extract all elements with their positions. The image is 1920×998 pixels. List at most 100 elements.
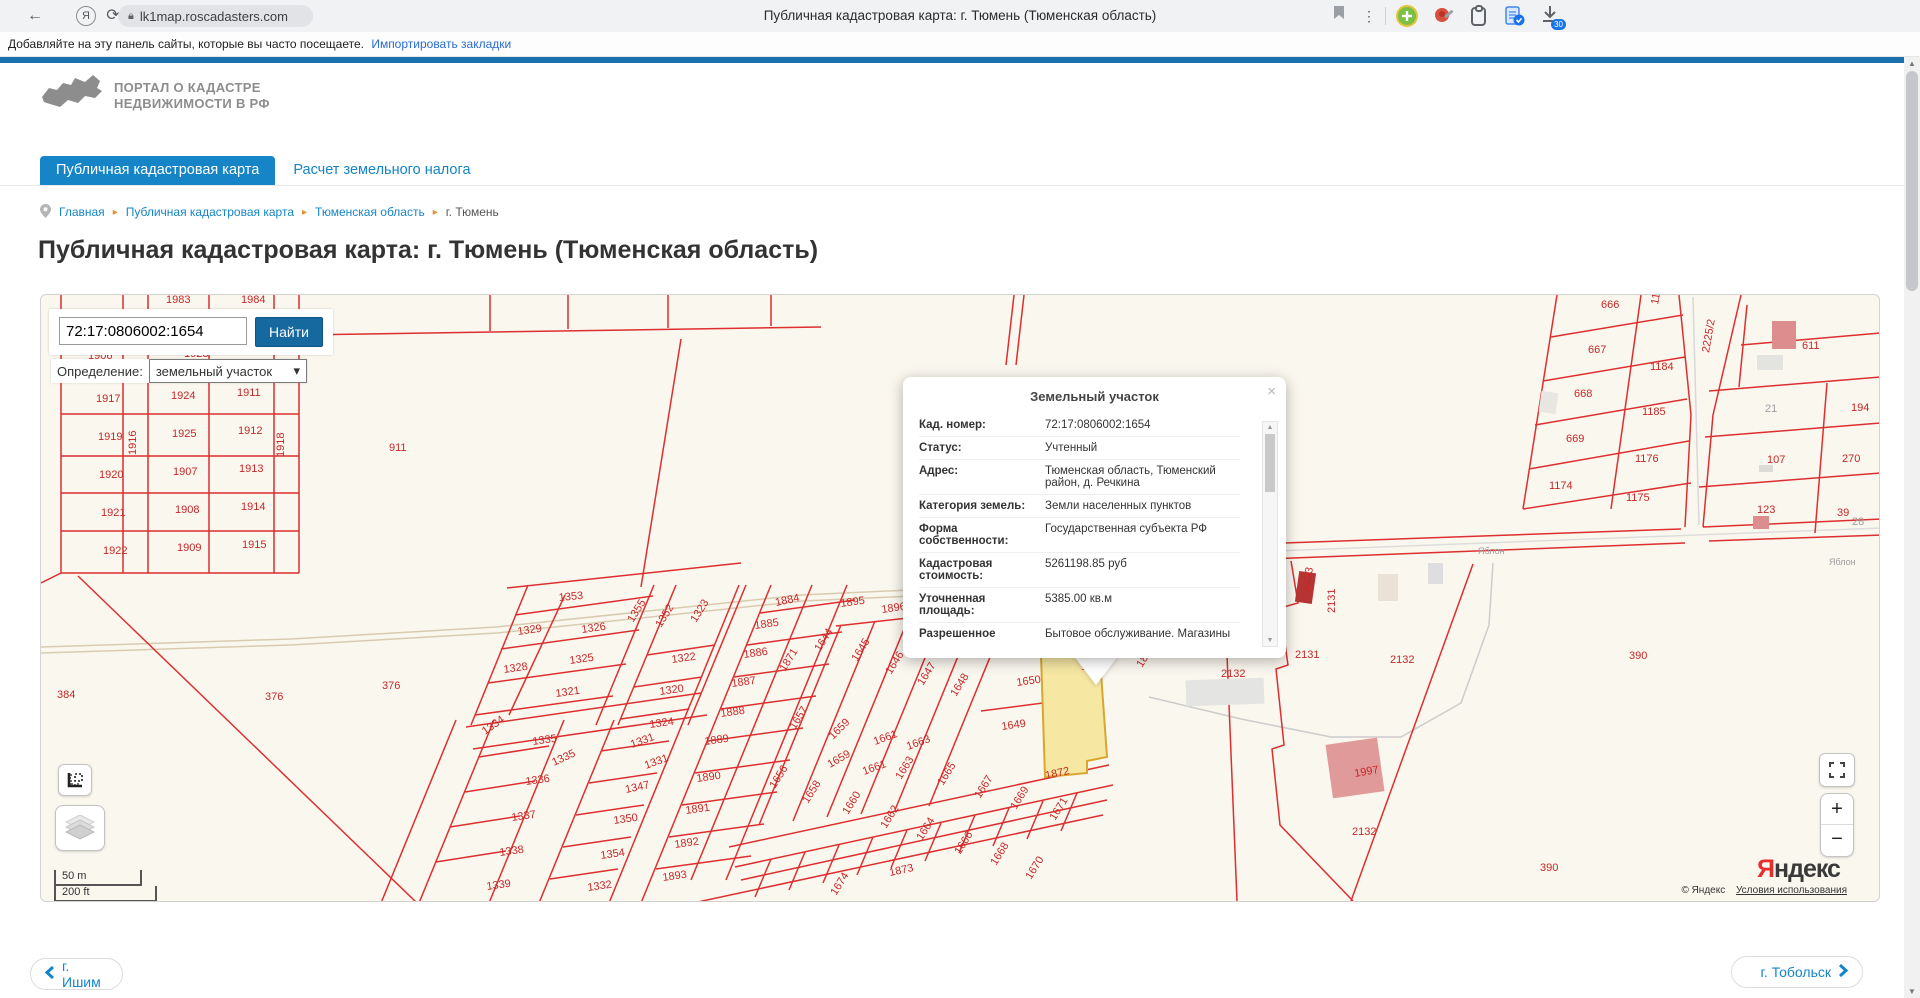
zoom-out-button[interactable]: − <box>1821 825 1853 855</box>
popup-row: Кад. номер:72:17:0806002:1654 <box>919 414 1240 436</box>
bookmark-flag-icon[interactable] <box>1326 3 1352 29</box>
tab-land-tax[interactable]: Расчет земельного налога <box>275 156 488 185</box>
parcel-label: 117 <box>1649 295 1664 306</box>
back-icon[interactable]: ← <box>22 3 48 29</box>
page-tab-title: Публичная кадастровая карта: г. Тюмень (… <box>460 0 1460 32</box>
parcel-info-popup: Земельный участок × Кад. номер:72:17:080… <box>903 377 1286 658</box>
parcel-label: 667 <box>1588 344 1606 356</box>
cadastral-number-input[interactable] <box>59 317 247 345</box>
tabs-underline <box>0 185 1920 186</box>
parcel-label: Яблон <box>1478 546 1505 556</box>
parcel-label: 669 <box>1566 433 1584 445</box>
layers-button[interactable] <box>55 805 105 851</box>
parcel-label: 194 <box>1851 402 1869 414</box>
extension-stamp-icon[interactable] <box>1432 5 1454 27</box>
parcel-label: 1645 <box>849 636 872 663</box>
address-bar[interactable]: 🔒︎ lk1map.roscadasters.com <box>118 5 313 27</box>
page-scrollbar[interactable]: ▲ ▼ <box>1904 57 1920 998</box>
chevron-right-icon <box>1839 964 1848 980</box>
page-scroll-thumb[interactable] <box>1906 71 1918 291</box>
building-footprint <box>1759 465 1773 472</box>
chevron-left-icon <box>45 966 54 982</box>
scroll-up-icon[interactable]: ▲ <box>1263 424 1277 431</box>
map-container[interactable]: 1983198419061923191019171924191119191925… <box>40 294 1880 902</box>
parcel-boundary <box>669 824 764 837</box>
parcel-label: 1352 <box>653 602 676 629</box>
parcel-label: 1665 <box>935 760 958 787</box>
parcel-label: 1669 <box>1008 784 1031 811</box>
extension-green-icon[interactable] <box>1396 5 1418 27</box>
download-icon[interactable]: 30 <box>1540 5 1562 27</box>
parcel-label: 1984 <box>241 295 265 306</box>
select-value: земельный участок <box>156 364 272 379</box>
popup-row: РазрешенноеБытовое обслуживание. Магазин… <box>919 622 1240 642</box>
parcel-boundary <box>1529 441 1689 469</box>
prev-city-button[interactable]: г. Ишим <box>30 958 123 990</box>
parcel-boundary <box>857 837 873 875</box>
breadcrumb-home[interactable]: Главная <box>59 205 105 219</box>
road-line <box>1693 297 1699 525</box>
parcel-label: 376 <box>382 680 400 692</box>
parcel-boundary <box>563 837 631 847</box>
scale-bar-metric: 50 m <box>54 870 142 886</box>
fullscreen-button[interactable] <box>1819 753 1855 787</box>
browser-toolbar: ← Я ⟳ 🔒︎ lk1map.roscadasters.com Публичн… <box>0 0 1920 33</box>
parcel-boundary <box>1705 423 1880 437</box>
parcel-boundary <box>550 869 618 879</box>
parcel-label: 1908 <box>175 504 199 516</box>
parcel-label: 1885 <box>754 617 780 632</box>
measure-ruler-button[interactable] <box>58 764 92 796</box>
parcel-boundary <box>475 696 613 715</box>
site-logo[interactable]: ПОРТАЛ О КАДАСТРЕ НЕДВИЖИМОСТИ В РФ <box>40 72 440 120</box>
zoom-in-button[interactable]: + <box>1821 794 1853 825</box>
parcel-label: 1337 <box>511 809 537 824</box>
close-icon[interactable]: × <box>1267 383 1276 400</box>
parcel-label: 1353 <box>558 590 583 604</box>
popup-scroll-thumb[interactable] <box>1265 434 1275 492</box>
parcel-label: 1350 <box>613 812 639 827</box>
building-footprint <box>1753 516 1769 529</box>
parcel-boundary <box>436 851 506 862</box>
menu-kebab-icon[interactable]: ⋮ <box>1356 3 1382 29</box>
page-title: Публичная кадастровая карта: г. Тюмень (… <box>38 236 818 265</box>
breadcrumb-region[interactable]: Тюменская область <box>315 205 425 219</box>
parcel-label: 1660 <box>840 789 863 816</box>
parcel-label: 2131 <box>1295 649 1319 661</box>
scrollbar-up-icon[interactable]: ▲ <box>1904 59 1920 68</box>
import-bookmarks-link[interactable]: Импортировать закладки <box>371 37 511 51</box>
scrollbar-down-icon[interactable]: ▼ <box>1904 987 1920 996</box>
parcel-label: 1322 <box>671 651 697 666</box>
tab-public-cadastral-map[interactable]: Публичная кадастровая карта <box>40 156 275 185</box>
scroll-down-icon[interactable]: ▼ <box>1263 637 1277 644</box>
popup-rows: Кад. номер:72:17:0806002:1654Статус:Учте… <box>919 414 1270 642</box>
parcel-boundary <box>479 746 549 757</box>
parcel-label: 1658 <box>800 778 823 805</box>
parcel-label: 1331 <box>629 731 656 751</box>
parcel-boundary <box>1679 295 1691 527</box>
breadcrumb-map[interactable]: Публичная кадастровая карта <box>126 205 294 219</box>
parcel-label: 1662 <box>878 803 901 830</box>
parcel-label: 1648 <box>948 671 971 698</box>
parcel-label: 1332 <box>587 879 613 894</box>
terms-of-use-link[interactable]: Условия использования <box>1736 885 1847 896</box>
browser-logo-icon[interactable]: Я <box>76 6 96 26</box>
parcel-label: 1893 <box>662 869 688 884</box>
parcel-label: 1919 <box>98 431 122 443</box>
map-pin-icon <box>40 204 51 221</box>
parcel-label: 2225/2 <box>1700 318 1718 353</box>
chevron-down-icon: ▾ <box>293 363 300 379</box>
parcel-label: 1920 <box>99 469 123 481</box>
popup-scrollbar[interactable]: ▲ ▼ <box>1262 421 1278 647</box>
parcel-label: 1917 <box>96 393 120 405</box>
parcel-label: 1335 <box>550 747 577 768</box>
russia-map-icon <box>40 73 104 120</box>
map-filter-row: Определение: земельный участок ▾ <box>51 359 307 383</box>
object-type-select[interactable]: земельный участок ▾ <box>149 359 307 383</box>
search-button[interactable]: Найти <box>255 317 323 347</box>
parcel-boundary <box>41 573 61 583</box>
extension-clipboard-icon[interactable] <box>1468 5 1490 27</box>
building-footprint <box>1186 678 1265 707</box>
parcel-label: 1871 <box>777 646 800 673</box>
next-city-button[interactable]: г. Тобольск <box>1731 956 1863 988</box>
extension-doc-check-icon[interactable] <box>1503 5 1525 27</box>
